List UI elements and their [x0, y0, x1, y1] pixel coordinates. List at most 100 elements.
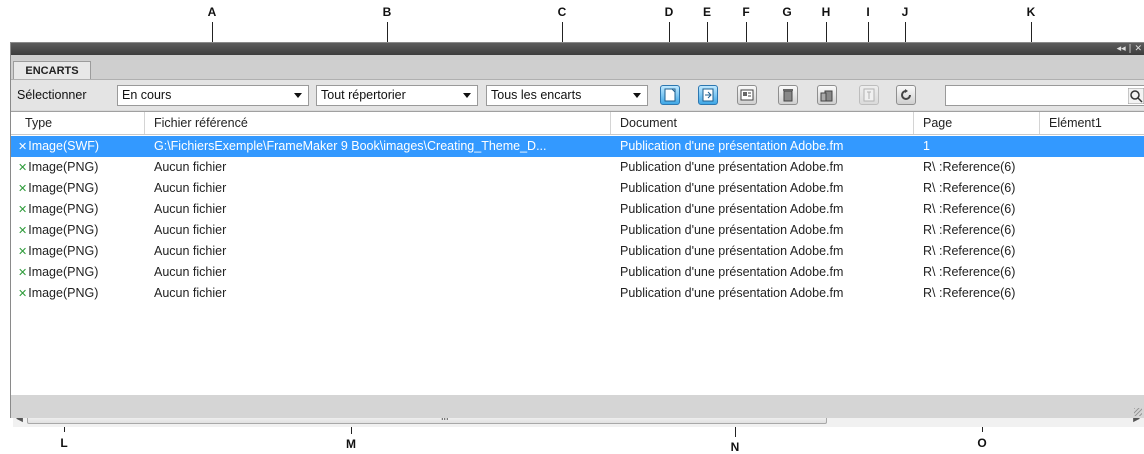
cell-type-label: Image(SWF) [28, 139, 100, 153]
callout-b: B [382, 5, 392, 19]
search-icon[interactable] [1128, 88, 1144, 104]
edit-disabled-icon [863, 88, 875, 102]
cell-type: ✕Image(PNG) [18, 286, 98, 300]
cell-type-label: Image(PNG) [28, 223, 99, 237]
table-row[interactable]: ✕Image(PNG) Aucun fichier Publication d'un… [11, 241, 1144, 262]
delete-all-icon [820, 90, 833, 102]
inset-type-icon: ✕ [18, 245, 28, 258]
callout-e: E [702, 5, 711, 19]
column-separator[interactable] [1039, 112, 1040, 134]
cell-file: Aucun fichier [154, 244, 227, 258]
inset-type-icon: ✕ [18, 287, 28, 300]
cell-file: Aucun fichier [154, 265, 227, 279]
cell-file: Aucun fichier [154, 202, 227, 216]
cell-file: Aucun fichier [154, 181, 227, 195]
column-header-document[interactable]: Document [620, 116, 677, 130]
cell-file: Aucun fichier [154, 223, 227, 237]
table-row-selected[interactable]: ✕Image(SWF) G:\FichiersExemple\FrameMaker… [11, 136, 1144, 157]
resize-grip-icon[interactable] [1134, 408, 1142, 416]
cell-page: R\ :Reference(6) [923, 223, 1016, 237]
cell-type: ✕Image(PNG) [18, 244, 98, 258]
table-row[interactable]: ✕Image(PNG) Aucun fichier Publication d'un… [11, 220, 1144, 241]
cell-document: Publication d'une présentation Adobe.fm [620, 244, 844, 258]
cell-type-label: Image(PNG) [28, 286, 99, 300]
callout-c: C [557, 5, 567, 19]
scope-dropdown[interactable]: Tous les encarts [486, 85, 648, 106]
callout-i: I [866, 5, 870, 19]
cell-page: 1 [923, 139, 930, 153]
import-inset-icon [702, 88, 714, 102]
callout-l: L [60, 436, 68, 450]
chevron-down-icon [463, 93, 471, 98]
column-separator[interactable] [610, 112, 611, 134]
cell-document: Publication d'une présentation Adobe.fm [620, 181, 844, 195]
inset-type-icon: ✕ [18, 266, 28, 279]
refresh-button[interactable] [896, 85, 916, 105]
cell-page: R\ :Reference(6) [923, 202, 1016, 216]
cell-page: R\ :Reference(6) [923, 286, 1016, 300]
callout-o: O [977, 436, 987, 450]
delete-icon [783, 89, 793, 102]
callout-g: G [782, 5, 792, 19]
cell-type-label: Image(PNG) [28, 181, 99, 195]
delete-button[interactable] [778, 85, 798, 105]
cell-type: ✕Image(SWF) [18, 139, 99, 153]
cell-page: R\ :Reference(6) [923, 181, 1016, 195]
search-field[interactable] [945, 85, 1144, 106]
toolbar: Sélectionner En cours Tout répertorier T… [11, 80, 1144, 110]
column-header-type[interactable]: Type [25, 116, 52, 130]
callout-j: J [901, 5, 909, 19]
table-row[interactable]: ✕Image(PNG) Aucun fichier Publication d'un… [11, 199, 1144, 220]
cell-page: R\ :Reference(6) [923, 244, 1016, 258]
cell-type-label: Image(PNG) [28, 265, 99, 279]
new-inset-button[interactable] [660, 85, 680, 105]
table-row[interactable]: ✕Image(PNG) Aucun fichier Publication d'un… [11, 157, 1144, 178]
table-header: Type Fichier référencé Document Page Elé… [11, 112, 1144, 135]
cell-document: Publication d'une présentation Adobe.fm [620, 202, 844, 216]
encarts-panel: ◂◂ | ✕ ENCARTS Sélectionner En cours Tou… [10, 42, 1144, 427]
inset-type-icon: ✕ [18, 224, 28, 237]
cell-file: Aucun fichier [154, 286, 227, 300]
callout-m: M [346, 437, 356, 451]
column-separator[interactable] [144, 112, 145, 134]
column-header-page[interactable]: Page [923, 116, 952, 130]
cell-document: Publication d'une présentation Adobe.fm [620, 160, 844, 174]
cell-type-label: Image(PNG) [28, 244, 99, 258]
table-row[interactable]: ✕Image(PNG) Aucun fichier Publication d'un… [11, 262, 1144, 283]
properties-icon [740, 89, 754, 101]
cell-document: Publication d'une présentation Adobe.fm [620, 223, 844, 237]
cell-page: R\ :Reference(6) [923, 160, 1016, 174]
cell-file: G:\FichiersExemple\FrameMaker 9 Book\ima… [154, 139, 547, 153]
table-row[interactable]: ✕Image(PNG) Aucun fichier Publication d'un… [11, 283, 1144, 304]
column-separator[interactable] [913, 112, 914, 134]
tab-encarts[interactable]: ENCARTS [13, 61, 91, 79]
cell-type-label: Image(PNG) [28, 160, 99, 174]
callout-h: H [821, 5, 831, 19]
status-dropdown-value: En cours [122, 88, 172, 102]
list-dropdown-value: Tout répertorier [321, 88, 406, 102]
table-row[interactable]: ✕Image(PNG) Aucun fichier Publication d'un… [11, 178, 1144, 199]
cell-document: Publication d'une présentation Adobe.fm [620, 286, 844, 300]
column-header-file[interactable]: Fichier référencé [154, 116, 248, 130]
delete-all-button[interactable] [817, 85, 837, 105]
cell-type: ✕Image(PNG) [18, 265, 98, 279]
chevron-down-icon [294, 93, 302, 98]
callout-f: F [742, 5, 750, 19]
inset-type-icon: ✕ [18, 182, 28, 195]
collapse-icon[interactable]: ◂◂ | ✕ [1117, 43, 1142, 55]
cell-file: Aucun fichier [154, 160, 227, 174]
list-dropdown[interactable]: Tout répertorier [316, 85, 478, 106]
status-dropdown[interactable]: En cours [117, 85, 309, 106]
column-header-element1[interactable]: Elément1 [1049, 116, 1102, 130]
import-inset-button[interactable] [698, 85, 718, 105]
cell-document: Publication d'une présentation Adobe.fm [620, 139, 844, 153]
cell-type: ✕Image(PNG) [18, 160, 98, 174]
panel-titlebar: ◂◂ | ✕ [11, 43, 1144, 55]
callout-d: D [664, 5, 674, 19]
cell-type: ✕Image(PNG) [18, 181, 98, 195]
cell-page: R\ :Reference(6) [923, 265, 1016, 279]
edit-button[interactable] [859, 85, 879, 105]
callout-n: N [730, 440, 740, 454]
cell-type-label: Image(PNG) [28, 202, 99, 216]
properties-button[interactable] [737, 85, 757, 105]
